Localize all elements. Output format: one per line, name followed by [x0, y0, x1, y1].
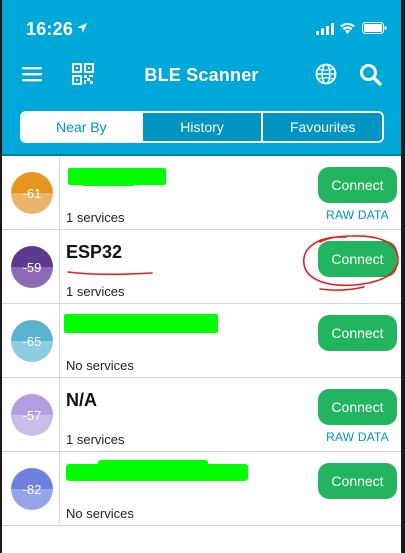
app-screen: 16:26 BLE Scanner Near By History Favour… [2, 0, 401, 553]
device-row[interactable]: -57 N/A 1 services Connect RAW DATA [2, 378, 401, 452]
row-divider [59, 230, 60, 304]
segmented-control: Near By History Favourites [20, 111, 384, 143]
tab-favourites[interactable]: Favourites [261, 113, 382, 141]
wifi-icon [340, 22, 355, 34]
rssi-value: -59 [22, 259, 42, 275]
services-count: 1 services [66, 284, 125, 299]
row-divider [59, 304, 60, 378]
redaction-mark [82, 180, 134, 186]
device-row[interactable]: -82 No services Connect [2, 452, 401, 526]
rssi-value: -82 [22, 481, 42, 497]
raw-data-link[interactable]: RAW DATA [318, 208, 397, 222]
tab-history[interactable]: History [140, 113, 262, 141]
services-count: 1 services [66, 432, 125, 447]
raw-data-link[interactable]: RAW DATA [318, 430, 397, 444]
connect-button[interactable]: Connect [318, 241, 397, 277]
services-count: No services [66, 358, 134, 373]
device-name: N/A [66, 390, 97, 410]
status-bar: 16:26 [2, 0, 401, 52]
location-arrow-icon [77, 23, 87, 33]
rssi-badge: -59 [11, 246, 53, 288]
rssi-badge: -65 [11, 320, 53, 362]
services-count: 1 services [66, 210, 125, 225]
device-row[interactable]: -65 No services Connect [2, 304, 401, 378]
row-divider [59, 156, 60, 230]
redaction-mark [64, 314, 218, 333]
app-header: BLE Scanner [2, 52, 401, 98]
rssi-badge: -57 [11, 394, 53, 436]
row-divider [59, 378, 60, 452]
device-name: ESP32 [66, 242, 123, 262]
tab-bar: Near By History Favourites [2, 98, 401, 156]
cellular-signal-icon [316, 23, 334, 35]
device-row[interactable]: -61 1 services Connect RAW DATA [2, 156, 401, 230]
device-row[interactable]: -59 ESP32 1 services Connect [2, 230, 401, 304]
search-icon[interactable] [359, 63, 382, 86]
app-title: BLE Scanner [144, 65, 259, 85]
globe-icon[interactable] [315, 63, 337, 85]
battery-icon [362, 22, 387, 34]
tab-near-by[interactable]: Near By [22, 113, 141, 141]
rssi-badge: -82 [11, 468, 53, 510]
redaction-mark [98, 460, 208, 468]
rssi-value: -57 [22, 407, 42, 423]
rssi-badge: -61 [11, 172, 53, 214]
connect-button[interactable]: Connect [318, 167, 397, 203]
connect-button[interactable]: Connect [318, 463, 397, 499]
status-time: 16:26 [26, 19, 74, 39]
row-divider [59, 452, 60, 526]
rssi-value: -61 [22, 185, 42, 201]
services-count: No services [66, 506, 134, 521]
device-list: -61 1 services Connect RAW DATA -59 ESP3… [2, 156, 401, 526]
connect-button[interactable]: Connect [318, 389, 397, 425]
connect-button[interactable]: Connect [318, 315, 397, 351]
rssi-value: -65 [22, 333, 42, 349]
